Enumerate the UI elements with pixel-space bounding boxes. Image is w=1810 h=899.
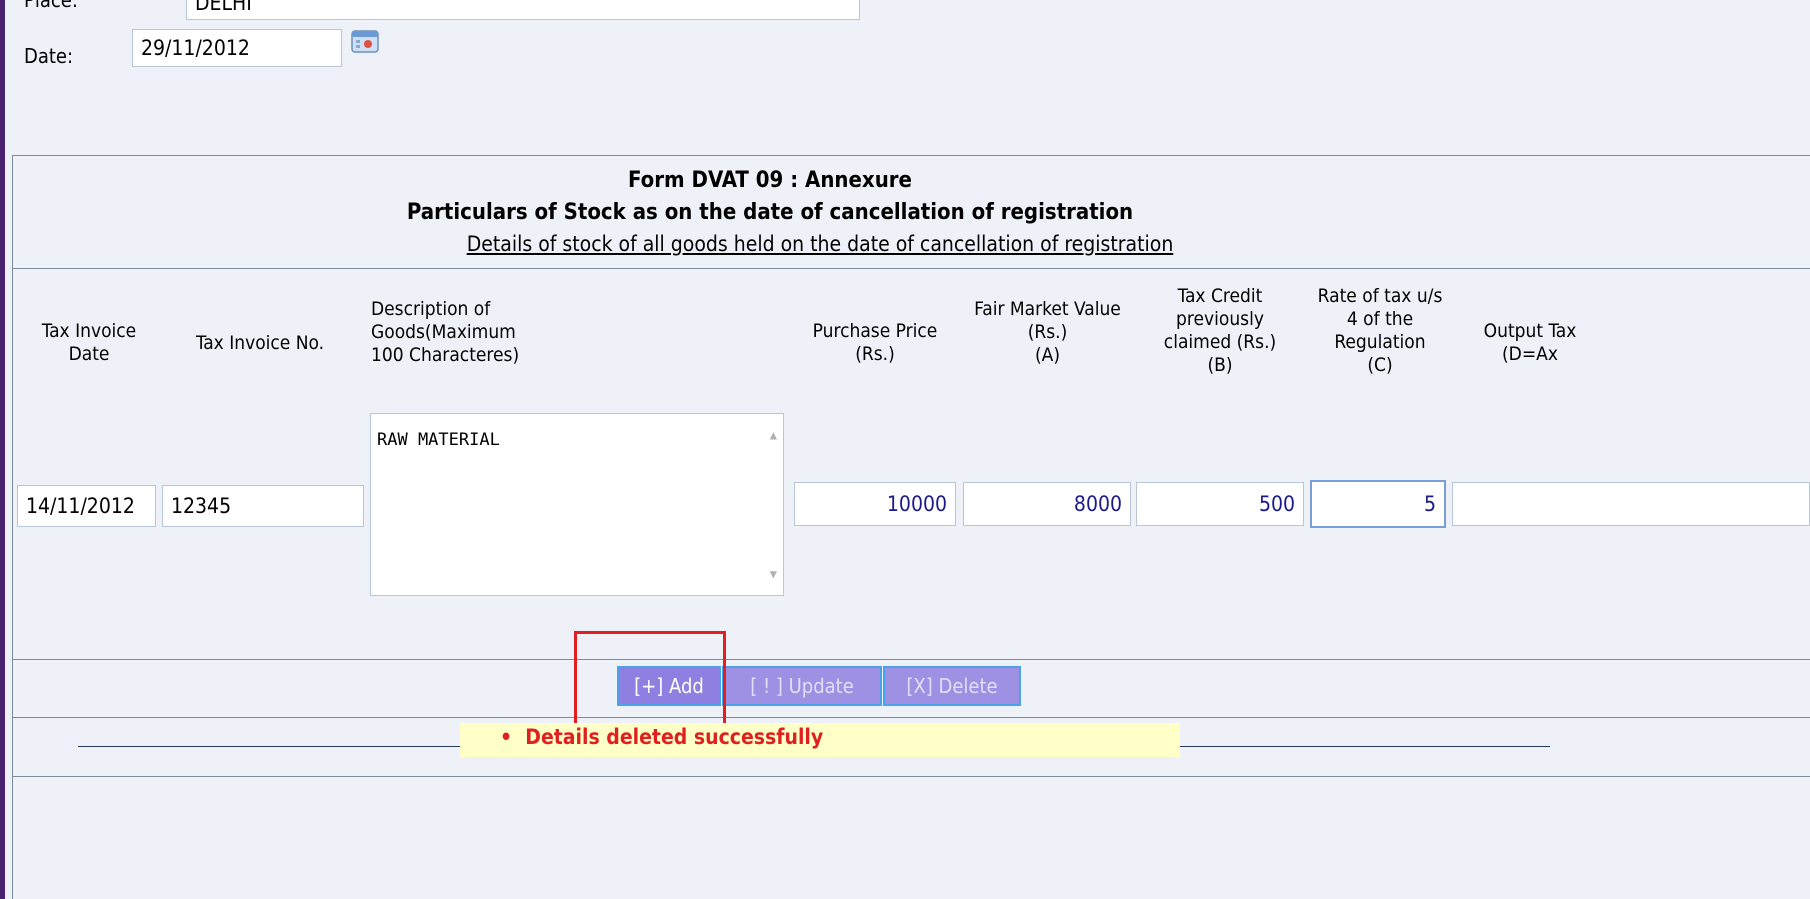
col-header-invoice-date: Tax Invoice Date xyxy=(41,320,137,365)
description-text: RAW MATERIAL xyxy=(377,430,500,450)
button-bar-bottom-divider xyxy=(12,717,1810,718)
message-rule-left xyxy=(78,746,460,747)
add-button-highlight xyxy=(574,631,726,729)
scroll-up-icon[interactable]: ▲ xyxy=(770,428,777,442)
col-header-invoice-no: Tax Invoice No. xyxy=(195,332,325,354)
date-label: Date: xyxy=(24,44,74,68)
calendar-icon[interactable] xyxy=(350,28,380,54)
col-header-fair-market-value: Fair Market Value (Rs.) (A) xyxy=(974,298,1121,366)
section-left-border xyxy=(12,155,13,899)
section-bottom-divider xyxy=(12,776,1810,777)
form-area xyxy=(5,0,1810,899)
status-message-bar: • Details deleted successfully xyxy=(460,723,1180,757)
header-divider xyxy=(12,268,1810,269)
fair-market-value-field[interactable]: 8000 xyxy=(963,482,1131,526)
annexure-title: Form DVAT 09 : Annexure xyxy=(628,168,912,193)
purchase-price-field[interactable]: 10000 xyxy=(794,482,956,526)
rate-of-tax-field[interactable]: 5 xyxy=(1310,480,1446,528)
annexure-caption: Details of stock of all goods held on th… xyxy=(466,232,1174,256)
delete-button[interactable]: [X] Delete xyxy=(883,666,1021,706)
tax-credit-field[interactable]: 500 xyxy=(1136,482,1304,526)
date-field[interactable]: 29/11/2012 xyxy=(132,29,342,67)
invoice-date-field[interactable]: 14/11/2012 xyxy=(17,485,156,527)
update-button[interactable]: [ ! ] Update xyxy=(722,666,882,706)
section-top-divider xyxy=(12,155,1810,156)
invoice-no-field[interactable]: 12345 xyxy=(162,485,364,527)
status-message: • Details deleted successfully xyxy=(500,725,823,749)
bullet-icon: • xyxy=(500,725,513,749)
message-rule-right xyxy=(1180,746,1550,747)
status-message-text: Details deleted successfully xyxy=(525,725,824,749)
place-field[interactable]: DELHI xyxy=(186,0,860,20)
output-tax-field[interactable] xyxy=(1452,482,1810,526)
place-label: Place: xyxy=(24,0,78,12)
scroll-down-icon[interactable]: ▼ xyxy=(770,567,777,581)
col-header-output-tax: Output Tax (D=Ax xyxy=(1483,320,1577,365)
annexure-subtitle: Particulars of Stock as on the date of c… xyxy=(406,200,1134,225)
col-header-tax-credit: Tax Credit previously claimed (Rs.) (B) xyxy=(1163,285,1277,376)
col-header-rate-of-tax: Rate of tax u/s 4 of the Regulation (C) xyxy=(1317,285,1443,376)
description-textarea[interactable]: RAW MATERIAL ▲ ▼ xyxy=(370,413,784,596)
col-header-description: Description of Goods(Maximum 100 Character… xyxy=(371,298,520,366)
col-header-purchase-price: Purchase Price (Rs.) xyxy=(812,320,938,365)
button-bar-top-divider xyxy=(12,659,1810,660)
